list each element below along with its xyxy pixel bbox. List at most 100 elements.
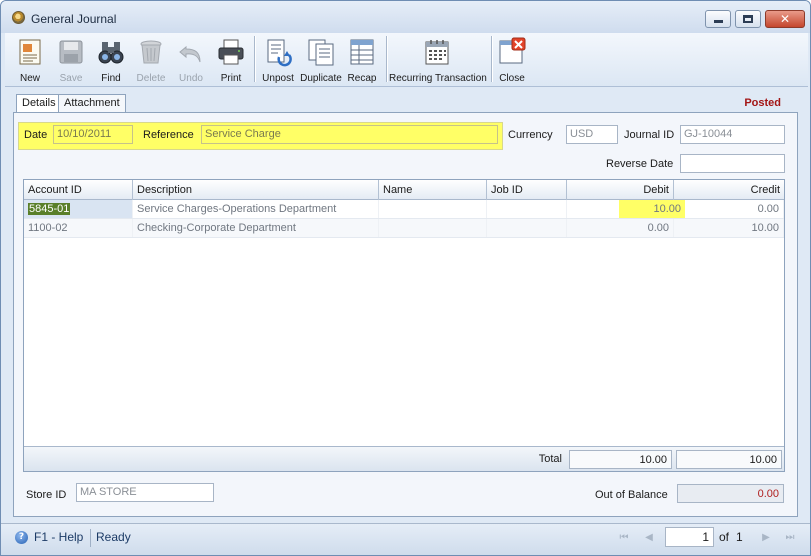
grid-footer: Total 10.00 10.00 <box>24 446 784 471</box>
column-name[interactable]: Name <box>379 180 487 200</box>
recurring-calendar-icon <box>425 40 449 65</box>
out-of-balance-label: Out of Balance <box>595 489 668 501</box>
status-bar: ? F1 - Help Ready ⏮ ◀ 1 of 1 ▶ ⏭ <box>1 523 810 555</box>
cell-debit[interactable]: 0.00 <box>567 219 674 237</box>
first-page-icon[interactable]: ⏮ <box>617 531 631 545</box>
recap-button[interactable]: Recap <box>344 35 380 85</box>
store-id-field[interactable]: MA STORE <box>76 483 214 502</box>
reverse-date-label: Reverse Date <box>606 158 674 170</box>
close-label: Close <box>499 73 525 84</box>
toolbar: New Save Find Delete Undo Print Unpost D… <box>5 33 808 87</box>
cell-account-id[interactable]: 5845-01 <box>24 200 133 218</box>
undo-label: Undo <box>179 73 203 84</box>
save-button[interactable]: Save <box>53 35 89 85</box>
cell-account-id[interactable]: 1100-02 <box>24 219 133 237</box>
duplicate-label: Duplicate <box>300 73 342 84</box>
next-page-icon[interactable]: ▶ <box>759 531 773 545</box>
duplicate-button[interactable]: Duplicate <box>299 35 343 85</box>
tab-attachment[interactable]: Attachment <box>58 94 126 113</box>
duplicate-icon <box>308 39 334 66</box>
cell-name[interactable] <box>379 200 487 218</box>
minimize-button[interactable] <box>705 10 731 28</box>
page-total: 1 <box>736 530 743 544</box>
column-credit[interactable]: Credit <box>674 180 784 200</box>
cell-description[interactable]: Checking-Corporate Department <box>133 219 379 237</box>
column-description[interactable]: Description <box>133 180 379 200</box>
find-button[interactable]: Find <box>93 35 129 85</box>
column-account-id[interactable]: Account ID <box>24 180 133 200</box>
cell-name[interactable] <box>379 219 487 237</box>
close-icon: ✕ <box>779 12 791 26</box>
general-journal-window: General Journal ✕ New Save Find Delete U… <box>0 0 811 556</box>
table-row[interactable]: 1100-02 Checking-Corporate Department 0.… <box>24 219 784 238</box>
date-label: Date <box>24 129 48 141</box>
total-label: Total <box>538 453 562 465</box>
toolbar-separator <box>491 36 492 82</box>
currency-field[interactable]: USD <box>566 125 618 144</box>
reference-label: Reference <box>143 129 194 141</box>
table-row[interactable]: 5845-01 Service Charges-Operations Depar… <box>24 200 784 219</box>
maximize-icon <box>743 15 753 23</box>
title-bar[interactable]: General Journal ✕ <box>1 1 810 33</box>
status-separator <box>90 529 91 547</box>
unpost-icon <box>267 39 292 67</box>
journal-id-field[interactable]: GJ-10044 <box>680 125 785 144</box>
cell-description[interactable]: Service Charges-Operations Department <box>133 200 379 218</box>
toolbar-separator <box>386 36 387 82</box>
cell-job-id[interactable] <box>487 200 567 218</box>
journal-id-label: Journal ID <box>624 129 675 141</box>
close-form-button[interactable]: Close <box>495 35 529 85</box>
column-job-id[interactable]: Job ID <box>487 180 567 200</box>
print-label: Print <box>220 73 242 84</box>
recurring-transaction-button[interactable]: Recurring Transaction <box>389 35 487 85</box>
cell-job-id[interactable] <box>487 219 567 237</box>
window-title: General Journal <box>31 12 117 26</box>
new-label: New <box>19 73 40 84</box>
out-of-balance-value: 0.00 <box>677 484 784 503</box>
delete-label: Delete <box>136 73 166 84</box>
page-of-label: of <box>719 530 730 544</box>
cell-credit[interactable]: 0.00 <box>674 200 784 218</box>
app-icon <box>12 11 25 24</box>
unpost-button[interactable]: Unpost <box>259 35 297 85</box>
reverse-date-field[interactable] <box>680 154 785 173</box>
journal-grid: Account ID Description Name Job ID Debit… <box>23 179 785 472</box>
store-id-label: Store ID <box>26 489 67 501</box>
cell-debit[interactable]: 10.00 <box>567 200 685 218</box>
window-close-button[interactable]: ✕ <box>765 10 805 28</box>
new-document-icon <box>19 39 41 65</box>
help-icon[interactable]: ? <box>15 531 28 544</box>
page-number-input[interactable]: 1 <box>665 527 714 547</box>
reference-field[interactable]: Service Charge <box>201 125 498 144</box>
status-badge: Posted <box>744 97 781 109</box>
column-debit[interactable]: Debit <box>567 180 674 200</box>
recap-label: Recap <box>347 73 377 84</box>
find-label: Find <box>101 73 121 84</box>
tab-details[interactable]: Details <box>16 94 62 114</box>
toolbar-separator <box>254 36 255 82</box>
status-text: Ready <box>96 530 131 544</box>
close-form-icon <box>499 37 526 64</box>
maximize-button[interactable] <box>735 10 761 28</box>
floppy-disk-icon <box>59 40 83 64</box>
account-id-value: 5845-01 <box>28 203 71 215</box>
previous-page-icon[interactable]: ◀ <box>642 531 656 545</box>
unpost-label: Unpost <box>262 73 294 84</box>
binoculars-icon <box>98 42 124 64</box>
new-button[interactable]: New <box>11 35 49 85</box>
undo-arrow-icon <box>179 45 201 63</box>
trash-can-icon <box>140 40 162 64</box>
print-button[interactable]: Print <box>213 35 249 85</box>
total-credit: 10.00 <box>676 450 782 469</box>
undo-button[interactable]: Undo <box>173 35 209 85</box>
currency-label: Currency <box>508 129 553 141</box>
date-field[interactable]: 10/10/2011 <box>53 125 133 144</box>
delete-button[interactable]: Delete <box>133 35 169 85</box>
recap-icon <box>350 39 374 65</box>
grid-header: Account ID Description Name Job ID Debit… <box>24 180 784 200</box>
last-page-icon[interactable]: ⏭ <box>783 531 797 545</box>
recurring-transaction-label: Recurring Transaction <box>389 73 487 84</box>
cell-credit[interactable]: 10.00 <box>674 219 784 237</box>
help-link[interactable]: F1 - Help <box>34 530 83 544</box>
printer-icon <box>218 39 244 65</box>
